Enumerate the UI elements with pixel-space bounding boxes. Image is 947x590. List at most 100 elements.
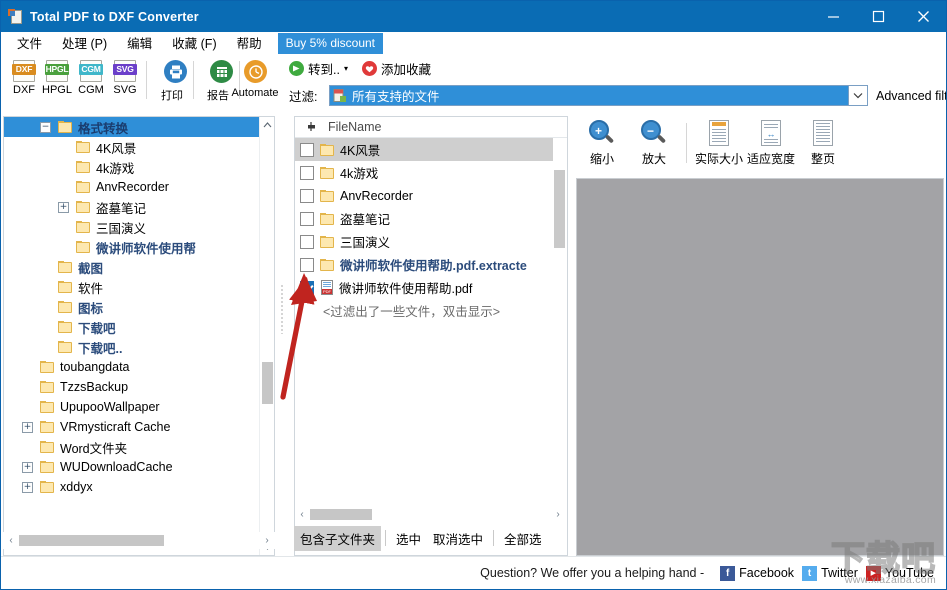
file-action-button-1[interactable]: 选中: [390, 526, 427, 551]
tree-item-14[interactable]: UpupooWallpaper: [4, 397, 274, 417]
advanced-filter-link[interactable]: Advanced filter: [876, 89, 946, 103]
file-list-item-4[interactable]: 三国演义: [295, 230, 567, 253]
file-checkbox[interactable]: [300, 188, 314, 203]
tree-item-15[interactable]: + VRmysticraft Cache: [4, 417, 274, 437]
tree-hscroll-right-button[interactable]: ›: [259, 535, 275, 546]
column-header-filename[interactable]: FileName: [328, 120, 382, 134]
filter-dropdown-button[interactable]: [849, 85, 868, 106]
toolbar-hpgl-button[interactable]: HPGL HPGL: [40, 58, 74, 96]
tree-item-1[interactable]: 4K风景: [4, 137, 274, 157]
maximize-button[interactable]: [856, 1, 901, 32]
tree-item-12[interactable]: toubangdata: [4, 357, 274, 377]
toolbar-print-button[interactable]: 打印: [153, 58, 191, 103]
tree-item-6[interactable]: 微讲师软件使用帮: [4, 237, 274, 257]
file-action-button-3[interactable]: 全部选: [498, 526, 548, 551]
tree-item-7[interactable]: 截图: [4, 257, 274, 277]
file-list-horizontal-scrollbar[interactable]: ‹ ›: [294, 506, 566, 523]
tree-hscroll-thumb[interactable]: [19, 535, 164, 546]
facebook-link[interactable]: f Facebook: [720, 565, 794, 581]
tree-item-16[interactable]: Word文件夹: [4, 437, 274, 457]
tree-scroll-up-button[interactable]: [260, 117, 274, 133]
panel-splitter[interactable]: [278, 116, 286, 556]
minimize-button[interactable]: [811, 1, 856, 32]
tree-item-8[interactable]: 软件: [4, 277, 274, 297]
chevron-down-icon[interactable]: ▾: [344, 64, 348, 73]
folder-icon: [40, 381, 55, 393]
file-checkbox[interactable]: [300, 211, 314, 226]
toolbar-svg-button[interactable]: SVG SVG: [108, 58, 142, 96]
tree-item-5[interactable]: 三国演义: [4, 217, 274, 237]
tree-scroll-thumb[interactable]: [262, 362, 273, 404]
file-list-item-5[interactable]: 微讲师软件使用帮助.pdf.extracte: [295, 253, 567, 276]
tree-horizontal-scrollbar[interactable]: ‹ ›: [3, 532, 275, 549]
zoom-in-tool[interactable]: − 放大: [628, 119, 680, 167]
tree-item-2[interactable]: 4k游戏: [4, 157, 274, 177]
menu-edit[interactable]: 编辑: [117, 31, 162, 55]
menu-process[interactable]: 处理 (P): [52, 31, 117, 55]
buy-discount-button[interactable]: Buy 5% discount: [277, 32, 384, 54]
tree-item-18[interactable]: + xddyx: [4, 477, 274, 497]
list-hscroll-right-button[interactable]: ›: [550, 509, 566, 520]
zoom-out-tool[interactable]: + 缩小: [576, 119, 628, 167]
tree-hscroll-left-button[interactable]: ‹: [3, 535, 19, 546]
tree-item-label: 图标: [78, 301, 104, 316]
pdf-file-icon: PDF: [320, 280, 334, 295]
tree-item-17[interactable]: + WUDownloadCache: [4, 457, 274, 477]
tree-item-0[interactable]: − 格式转换: [4, 117, 274, 137]
file-checkbox[interactable]: [300, 234, 314, 249]
actual-size-tool[interactable]: 实际大小: [693, 119, 745, 167]
file-list-scroll-thumb[interactable]: [554, 170, 565, 248]
tree-item-13[interactable]: TzzsBackup: [4, 377, 274, 397]
file-list-panel[interactable]: FileName 4K风景 4k游戏 AnvRecorder 盗墓笔记 三国演义 微讲师软…: [294, 116, 568, 556]
expand-icon[interactable]: +: [22, 481, 33, 493]
folder-icon: [40, 361, 55, 373]
file-action-button-2[interactable]: 取消选中: [427, 526, 489, 551]
tree-item-4[interactable]: + 盗墓笔记: [4, 197, 274, 217]
tree-item-11[interactable]: 下载吧..: [4, 337, 274, 357]
menu-file[interactable]: 文件: [7, 31, 52, 55]
collapse-icon[interactable]: −: [40, 121, 51, 133]
tree-vertical-scrollbar[interactable]: [259, 117, 274, 555]
file-list-header: FileName: [295, 117, 567, 138]
list-hscroll-thumb[interactable]: [310, 509, 372, 520]
pdf-preview-area[interactable]: [576, 178, 944, 556]
file-list-item-3[interactable]: 盗墓笔记: [295, 207, 567, 230]
menu-favorites[interactable]: 收藏 (F): [162, 31, 226, 55]
menu-help[interactable]: 帮助: [227, 31, 272, 55]
add-favorite-button[interactable]: 添加收藏: [361, 59, 431, 78]
folder-icon: [76, 141, 91, 153]
folder-icon: [76, 221, 91, 233]
file-list-vertical-scrollbar[interactable]: [553, 138, 567, 555]
toolbar-dxf-button[interactable]: DXF DXF: [7, 58, 41, 96]
goto-button[interactable]: 转到.. ▾: [289, 59, 348, 78]
expand-icon[interactable]: +: [22, 421, 33, 433]
tree-item-9[interactable]: 图标: [4, 297, 274, 317]
folder-tree-panel[interactable]: − 格式转换 4K风景 4k游戏 AnvRecorder + 盗墓笔记 三国演义 微讲师软件使用…: [3, 116, 275, 556]
file-checkbox[interactable]: [300, 142, 314, 157]
toolbar-cgm-button[interactable]: CGM CGM: [74, 58, 108, 96]
file-list-item-6[interactable]: PDF 微讲师软件使用帮助.pdf: [295, 276, 567, 299]
whole-page-tool[interactable]: 整页: [797, 119, 849, 167]
file-checkbox[interactable]: [300, 280, 314, 295]
youtube-link[interactable]: ▶ YouTube: [865, 565, 934, 581]
tree-item-label: toubangdata: [60, 360, 130, 374]
filter-combobox[interactable]: 所有支持的文件: [329, 85, 849, 106]
toolbar-automate-button[interactable]: Automate: [227, 58, 283, 99]
tree-item-10[interactable]: 下载吧: [4, 317, 274, 337]
file-list-item-0[interactable]: 4K风景: [295, 138, 567, 161]
file-action-button-0[interactable]: 包含子文件夹: [294, 525, 382, 551]
close-button[interactable]: [901, 1, 946, 32]
file-checkbox[interactable]: [300, 257, 314, 272]
expand-icon[interactable]: +: [22, 461, 33, 473]
fit-width-tool[interactable]: ↔ 适应宽度: [745, 119, 797, 167]
tree-item-3[interactable]: AnvRecorder: [4, 177, 274, 197]
filter-row: 过滤: 所有支持的文件 Advanced filter: [289, 85, 946, 106]
expand-icon[interactable]: +: [58, 201, 69, 213]
twitter-link[interactable]: t Twitter: [802, 565, 858, 581]
pin-icon[interactable]: [304, 121, 318, 133]
file-checkbox[interactable]: [300, 165, 314, 180]
file-list-item-1[interactable]: 4k游戏: [295, 161, 567, 184]
list-hscroll-left-button[interactable]: ‹: [294, 509, 310, 520]
filter-note[interactable]: <过滤出了一些文件，双击显示>: [295, 301, 567, 320]
file-list-item-2[interactable]: AnvRecorder: [295, 184, 567, 207]
